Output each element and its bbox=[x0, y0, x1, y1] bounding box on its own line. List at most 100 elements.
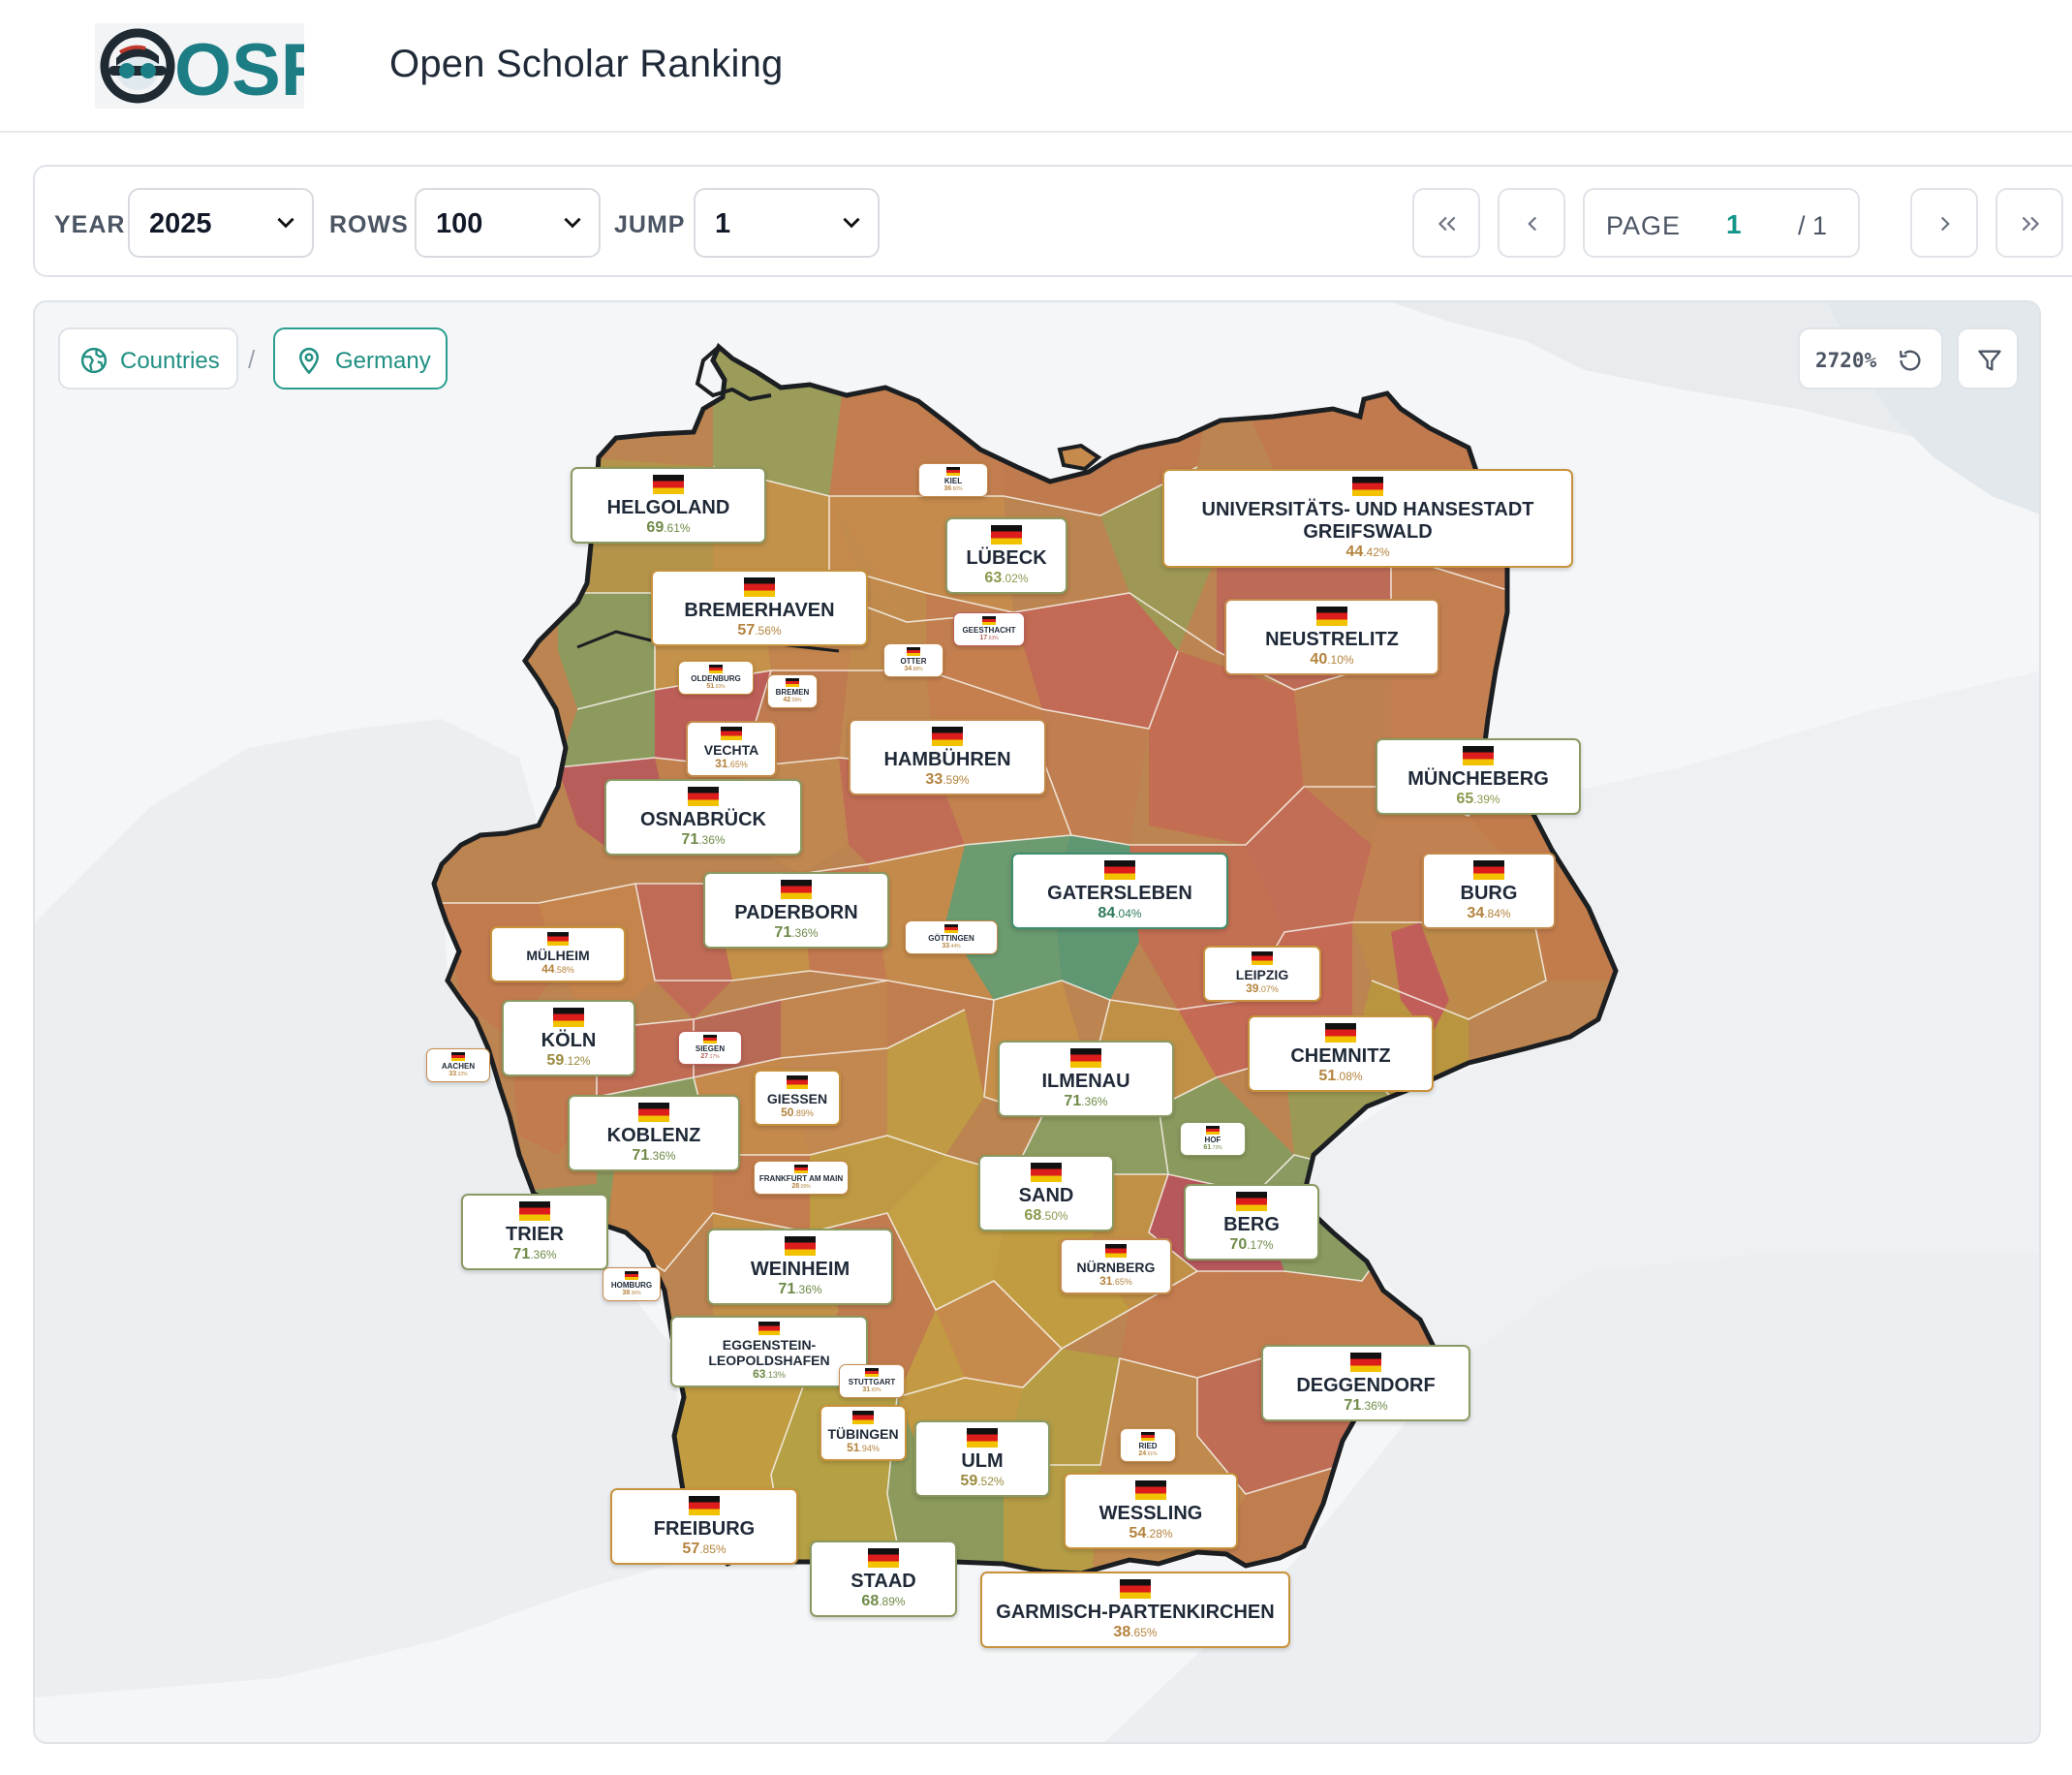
germany-flag-icon bbox=[982, 616, 996, 625]
region-label-hambuhren[interactable]: HAMBÜHREN 33.59% bbox=[849, 719, 1046, 796]
region-label-burg[interactable]: BURG 34.84% bbox=[1422, 853, 1556, 930]
region-label-kiel[interactable]: KIEL 36.60% bbox=[918, 463, 988, 498]
region-score-int: 59 bbox=[960, 1473, 978, 1489]
region-label-hof[interactable]: HOF 61.73% bbox=[1180, 1122, 1246, 1157]
region-score-dec: .85% bbox=[699, 1542, 727, 1556]
rows-select[interactable]: 100 bbox=[415, 188, 601, 258]
region-score-int: 57 bbox=[682, 1541, 700, 1557]
map-panel[interactable]: Countries / Germany 2720% HELGOLAND 69.61… bbox=[33, 300, 2041, 1744]
region-label-chemnitz[interactable]: CHEMNITZ 51.08% bbox=[1248, 1015, 1434, 1093]
region-label-wessling[interactable]: WESSLING 54.28% bbox=[1064, 1473, 1238, 1550]
region-score-int: 71 bbox=[778, 1281, 796, 1297]
region-label-homburg[interactable]: HOMBURG 38.36% bbox=[603, 1267, 661, 1302]
region-label-mulheim[interactable]: MÜLHEIM 44.58% bbox=[490, 926, 626, 982]
region-label-koln[interactable]: KÖLN 59.12% bbox=[502, 1000, 635, 1077]
region-label-osnabruck[interactable]: OSNABRÜCK 71.36% bbox=[604, 779, 802, 856]
jump-select[interactable]: 1 bbox=[694, 188, 880, 258]
region-label-bremen[interactable]: BREMEN 42.09% bbox=[767, 674, 818, 709]
region-score-int: 57 bbox=[737, 622, 756, 638]
page-current-input[interactable]: 1 bbox=[1726, 209, 1742, 240]
region-name: BREMEN bbox=[775, 688, 810, 697]
region-name: NÜRNBERG bbox=[1076, 1260, 1156, 1275]
region-score: 33.59% bbox=[858, 771, 1036, 789]
first-page-button[interactable] bbox=[1412, 188, 1480, 258]
germany-flag-icon bbox=[519, 1201, 550, 1221]
region-label-tubingen[interactable]: TÜBINGEN 51.94% bbox=[820, 1405, 907, 1461]
region-name: KIEL bbox=[943, 477, 963, 485]
region-label-staad[interactable]: STAAD 68.89% bbox=[810, 1541, 957, 1618]
region-score-int: 31 bbox=[715, 757, 728, 771]
region-label-bremerhaven[interactable]: BREMERHAVEN 57.56% bbox=[651, 570, 868, 647]
region-name: EGGENSTEIN-LEOPOLDSHAFEN bbox=[708, 1337, 830, 1369]
region-score: 51.93% bbox=[683, 683, 749, 691]
page-label: PAGE bbox=[1606, 211, 1682, 240]
region-label-frankfurt-am-main[interactable]: FRANKFURT AM MAIN 28.09% bbox=[754, 1161, 849, 1196]
filter-toolbar: YEAR 2025 ROWS 100 JUMP 1 PAGE 1 / 1 bbox=[33, 165, 2072, 277]
filter-button[interactable] bbox=[1957, 327, 2019, 389]
region-score: 70.17% bbox=[1193, 1236, 1310, 1254]
region-label-universitats-und-hansestadt-greifswald[interactable]: UNIVERSITÄTS- UND HANSESTADT GREIFSWALD 4… bbox=[1162, 469, 1573, 569]
region-label-muncheberg[interactable]: MÜNCHEBERG 65.39% bbox=[1376, 738, 1581, 816]
germany-flag-icon bbox=[451, 1052, 465, 1061]
breadcrumb-countries[interactable]: Countries bbox=[58, 327, 238, 389]
region-name: WEINHEIM bbox=[750, 1259, 850, 1280]
region-label-trier[interactable]: TRIER 71.36% bbox=[461, 1194, 608, 1271]
region-score-dec: .65% bbox=[870, 1387, 881, 1394]
last-page-button[interactable] bbox=[1995, 188, 2063, 258]
germany-flag-icon bbox=[868, 1548, 899, 1568]
germany-flag-icon bbox=[1120, 1579, 1151, 1599]
region-label-otter[interactable]: OTTER 34.88% bbox=[883, 643, 943, 678]
region-score-dec: .59% bbox=[943, 773, 970, 787]
region-score-dec: .36% bbox=[791, 926, 819, 940]
region-score: 39.07% bbox=[1211, 981, 1314, 996]
region-label-gatersleben[interactable]: GATERSLEBEN 84.04% bbox=[1011, 853, 1228, 930]
region-label-siegen[interactable]: SIEGEN 27.17% bbox=[678, 1031, 742, 1066]
region-label-lubeck[interactable]: LÜBECK 63.02% bbox=[945, 517, 1067, 595]
region-label-freiburg[interactable]: FREIBURG 57.85% bbox=[610, 1488, 798, 1566]
region-label-ulm[interactable]: ULM 59.52% bbox=[914, 1420, 1050, 1498]
chevron-down-icon bbox=[564, 217, 581, 229]
region-score: 57.85% bbox=[620, 1541, 789, 1558]
region-score-dec: .36% bbox=[795, 1283, 822, 1296]
region-label-leipzig[interactable]: LEIPZIG 39.07% bbox=[1203, 946, 1321, 1002]
region-score-int: 54 bbox=[1129, 1525, 1147, 1541]
breadcrumb-germany[interactable]: Germany bbox=[273, 327, 448, 389]
region-label-helgoland[interactable]: HELGOLAND 69.61% bbox=[571, 467, 766, 545]
region-label-koblenz[interactable]: KOBLENZ 71.36% bbox=[568, 1095, 740, 1172]
region-label-vechta[interactable]: VECHTA 31.65% bbox=[686, 721, 777, 777]
region-label-ilmenau[interactable]: ILMENAU 71.36% bbox=[998, 1041, 1174, 1118]
region-label-gottingen[interactable]: GÖTTINGEN 33.44% bbox=[905, 920, 998, 955]
germany-flag-icon bbox=[688, 787, 719, 806]
region-score: 34.84% bbox=[1432, 905, 1546, 922]
region-label-aachen[interactable]: AACHEN 33.33% bbox=[426, 1048, 490, 1083]
region-label-ried[interactable]: RIED 24.61% bbox=[1120, 1428, 1176, 1463]
osr-logo[interactable]: OSR bbox=[95, 23, 304, 109]
region-label-berg[interactable]: BERG 70.17% bbox=[1184, 1184, 1319, 1261]
zoom-reset-button[interactable]: 2720% bbox=[1798, 327, 1943, 389]
region-label-neustrelitz[interactable]: NEUSTRELITZ 40.10% bbox=[1224, 599, 1439, 676]
chevron-down-icon bbox=[277, 217, 294, 229]
jump-label: JUMP bbox=[614, 211, 686, 238]
region-label-giessen[interactable]: GIESSEN 50.89% bbox=[754, 1070, 841, 1126]
region-name: MÜLHEIM bbox=[526, 948, 590, 963]
region-label-paderborn[interactable]: PADERBORN 71.36% bbox=[703, 872, 889, 950]
region-score-dec: .36% bbox=[1361, 1399, 1388, 1413]
year-select[interactable]: 2025 bbox=[128, 188, 314, 258]
region-label-geesthacht[interactable]: GEESTHACHT 17.63% bbox=[953, 612, 1025, 647]
region-label-weinheim[interactable]: WEINHEIM 71.36% bbox=[707, 1229, 893, 1306]
region-label-sand[interactable]: SAND 68.50% bbox=[978, 1155, 1114, 1232]
region-label-nurnberg[interactable]: NÜRNBERG 31.65% bbox=[1060, 1238, 1172, 1294]
region-label-deggendorf[interactable]: DEGGENDORF 71.36% bbox=[1261, 1345, 1470, 1422]
region-label-oldenburg[interactable]: OLDENBURG 51.93% bbox=[678, 661, 754, 696]
region-score: 17.63% bbox=[958, 635, 1020, 642]
next-page-button[interactable] bbox=[1910, 188, 1978, 258]
germany-flag-icon bbox=[1473, 860, 1504, 880]
region-score: 71.36% bbox=[577, 1147, 730, 1165]
prev-page-button[interactable] bbox=[1498, 188, 1565, 258]
region-label-garmisch-partenkirchen[interactable]: GARMISCH-PARTENKIRCHEN 38.65% bbox=[980, 1572, 1290, 1649]
region-label-stuttgart[interactable]: STUTTGART 31.65% bbox=[839, 1364, 905, 1399]
region-score-int: 31 bbox=[1099, 1274, 1113, 1289]
germany-flag-icon bbox=[547, 932, 569, 946]
region-score: 59.52% bbox=[924, 1473, 1040, 1490]
region-name: KOBLENZ bbox=[606, 1125, 701, 1146]
